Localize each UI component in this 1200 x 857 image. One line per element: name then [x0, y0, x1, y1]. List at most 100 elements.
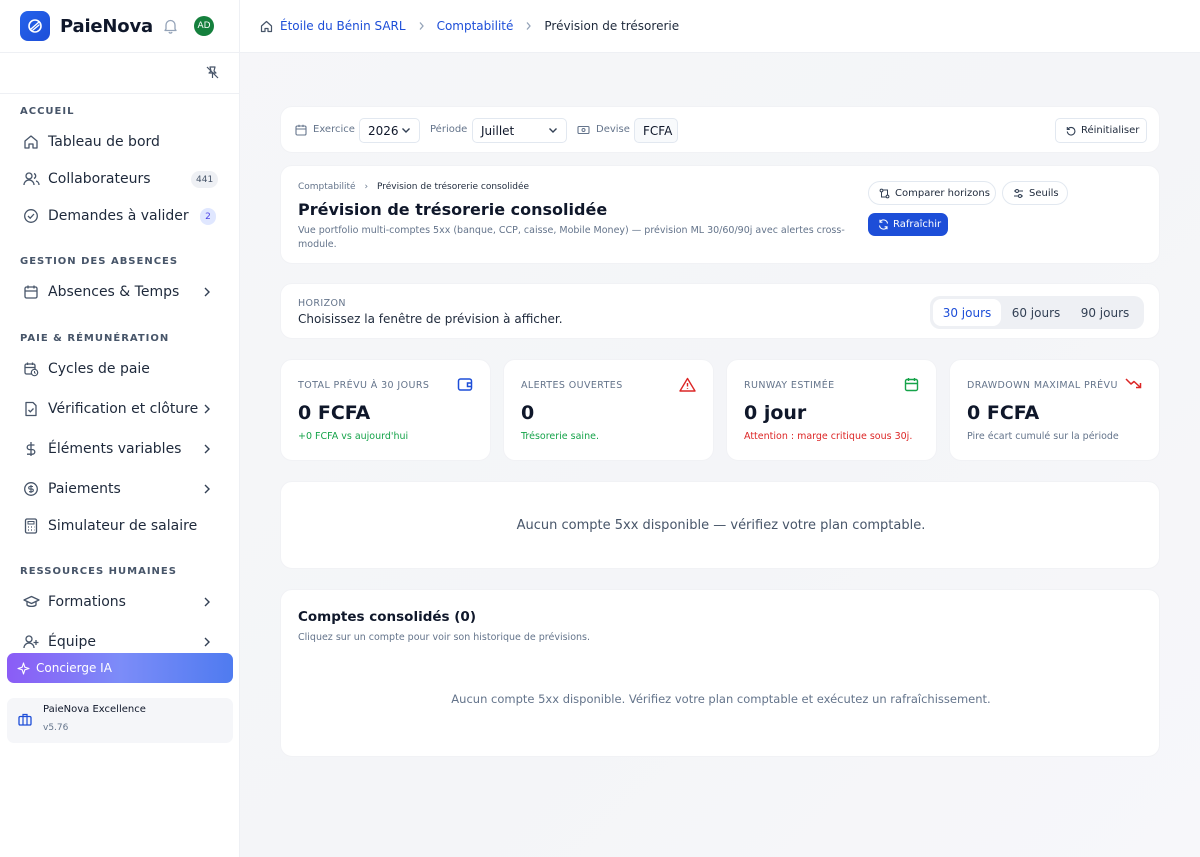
sidebar-item-equipe[interactable]: Équipe — [0, 626, 239, 650]
plan-card[interactable]: PaieNova Excellence v5.76 — [7, 698, 233, 743]
concierge-label: Concierge IA — [36, 661, 112, 675]
sidebar-item-absences[interactable]: Absences & Temps — [0, 276, 239, 308]
breadcrumb-comptabilite[interactable]: Comptabilité — [437, 19, 514, 33]
wallet-icon — [457, 377, 473, 392]
thresholds-label: Seuils — [1029, 187, 1059, 199]
kpi-label: RUNWAY ESTIMÉE — [744, 380, 835, 391]
sidebar-item-label: Cycles de paie — [48, 361, 150, 377]
section-rh: RESSOURCES HUMAINES — [20, 566, 177, 577]
filter-bar: Exercice 2026 Période Juillet Devise FCF… — [280, 106, 1160, 153]
coin-icon — [22, 480, 40, 498]
compare-horizons-label: Comparer horizons — [895, 187, 990, 199]
kpi-alertes: ALERTES OUVERTES 0 Trésorerie saine. — [503, 359, 714, 461]
kpi-note: +0 FCFA vs aujourd'hui — [298, 431, 409, 442]
sidebar-nav: ACCUEIL Tableau de bord Collaborateurs 4… — [0, 95, 239, 650]
kpi-total-prevu: TOTAL PRÉVU À 30 JOURS 0 FCFA +0 FCFA vs… — [280, 359, 491, 461]
accounts-empty-message: Aucun compte 5xx disponible. Vérifiez vo… — [451, 692, 991, 706]
exercice-label: Exercice — [313, 124, 355, 135]
page-title: Prévision de trésorerie consolidée — [298, 200, 608, 219]
chevron-right-icon — [418, 21, 425, 31]
periode-select[interactable]: Juillet — [472, 118, 567, 143]
bell-icon[interactable] — [163, 18, 178, 34]
sliders-icon — [1013, 188, 1024, 199]
forecast-empty-state: Aucun compte 5xx disponible — vérifiez v… — [280, 481, 1160, 569]
horizon-segmented-control: 30 jours 60 jours 90 jours — [930, 296, 1144, 329]
kpi-value: 0 — [521, 402, 535, 424]
page-breadcrumb-parent[interactable]: Comptabilité — [298, 182, 356, 192]
horizon-label: HORIZON — [298, 298, 346, 309]
calendar-icon — [295, 124, 307, 136]
reset-button[interactable]: Réinitialiser — [1055, 118, 1147, 143]
compare-horizons-button[interactable]: Comparer horizons — [868, 181, 996, 205]
sidebar-item-label: Simulateur de salaire — [48, 518, 198, 534]
chevron-right-icon — [203, 443, 211, 455]
thresholds-button[interactable]: Seuils — [1002, 181, 1068, 205]
exercice-value: 2026 — [368, 123, 399, 138]
page-header: Comptabilité › Prévision de trésorerie c… — [280, 165, 1160, 264]
home-icon[interactable] — [260, 20, 273, 33]
kpi-note: Pire écart cumulé sur la période — [967, 431, 1119, 442]
breadcrumb: Étoile du Bénin SARL Comptabilité Prévis… — [240, 0, 1200, 53]
sidebar-item-verification[interactable]: Vérification et clôture — [0, 393, 239, 425]
sidebar-item-formations[interactable]: Formations — [0, 586, 239, 618]
briefcase-icon — [18, 713, 32, 726]
sidebar-item-label: Paiements — [48, 481, 121, 497]
tab-60-jours[interactable]: 60 jours — [1003, 299, 1069, 326]
home-icon — [22, 133, 40, 151]
devise-value: FCFA — [643, 123, 673, 138]
empty-state-message: Aucun compte 5xx disponible — vérifiez v… — [516, 518, 926, 533]
users-icon — [22, 170, 40, 188]
kpi-drawdown: DRAWDOWN MAXIMAL PRÉVU 0 FCFA Pire écart… — [949, 359, 1160, 461]
sidebar-item-label: Équipe — [48, 634, 96, 650]
tab-90-jours[interactable]: 90 jours — [1071, 299, 1139, 326]
refresh-button[interactable]: Rafraîchir — [868, 213, 948, 236]
horizon-description: Choisissez la fenêtre de prévision à aff… — [298, 312, 563, 326]
concierge-ia-button[interactable]: Concierge IA — [7, 653, 233, 683]
logo-icon — [20, 11, 50, 41]
kpi-label: ALERTES OUVERTES — [521, 380, 623, 391]
sidebar-item-label: Absences & Temps — [48, 284, 180, 300]
sidebar-item-collaborateurs[interactable]: Collaborateurs 441 — [0, 163, 239, 195]
sidebar-item-label: Éléments variables — [48, 441, 182, 457]
page-description: Vue portfolio multi-comptes 5xx (banque,… — [298, 225, 845, 250]
tab-30-jours[interactable]: 30 jours — [933, 299, 1001, 326]
avatar[interactable]: AD — [194, 16, 214, 36]
sidebar-item-label: Collaborateurs — [48, 171, 151, 187]
chevron-right-icon — [525, 21, 532, 31]
sidebar-item-label: Vérification et clôture — [48, 401, 199, 417]
accounts-subtitle: Cliquez sur un compte pour voir son hist… — [298, 632, 590, 643]
app-version: v5.76 — [43, 723, 69, 733]
accounts-panel: Comptes consolidés (0) Cliquez sur un co… — [280, 589, 1160, 757]
dollar-icon — [22, 440, 40, 458]
kpi-value: 0 FCFA — [967, 402, 1040, 424]
unpin-icon[interactable] — [206, 66, 219, 79]
sidebar-item-elements-variables[interactable]: Éléments variables — [0, 433, 239, 465]
breadcrumb-current: Prévision de trésorerie — [544, 19, 680, 33]
devise-field[interactable]: FCFA — [634, 118, 678, 143]
accounts-title: Comptes consolidés (0) — [298, 609, 476, 625]
section-accueil: ACCUEIL — [20, 106, 75, 117]
kpi-label: DRAWDOWN MAXIMAL PRÉVU — [967, 380, 1118, 391]
section-paie: PAIE & RÉMUNÉRATION — [20, 333, 170, 344]
sidebar-item-demandes[interactable]: Demandes à valider 2 — [0, 200, 239, 232]
sidebar-item-cycles[interactable]: Cycles de paie — [0, 353, 239, 385]
sidebar-item-tableau-de-bord[interactable]: Tableau de bord — [0, 126, 239, 158]
banknote-icon — [577, 125, 590, 135]
breadcrumb-company[interactable]: Étoile du Bénin SARL — [280, 19, 406, 33]
user-plus-icon — [22, 633, 40, 650]
count-badge: 2 — [200, 208, 216, 225]
chevron-down-icon — [401, 127, 411, 134]
exercice-select[interactable]: 2026 — [359, 118, 420, 143]
graduation-cap-icon — [22, 593, 40, 611]
devise-label: Devise — [596, 124, 630, 135]
sidebar-item-paiements[interactable]: Paiements — [0, 473, 239, 505]
app-name: PaieNova — [60, 15, 153, 37]
sidebar-item-label: Formations — [48, 594, 126, 610]
refresh-label: Rafraîchir — [893, 219, 942, 230]
sparkles-icon — [17, 661, 30, 675]
rotate-ccw-icon — [1066, 126, 1076, 136]
chevron-down-icon — [548, 127, 558, 134]
file-check-icon — [22, 400, 40, 418]
kpi-label: TOTAL PRÉVU À 30 JOURS — [298, 380, 430, 391]
sidebar-item-simulateur[interactable]: Simulateur de salaire — [0, 510, 239, 542]
